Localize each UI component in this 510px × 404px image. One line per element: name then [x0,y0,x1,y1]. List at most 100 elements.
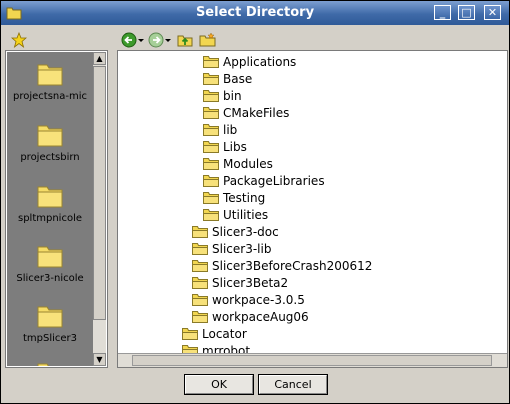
folder-icon [203,56,219,68]
place-item[interactable]: Slicer3-nicole [7,243,93,284]
folder-icon [192,311,208,323]
tree-row[interactable]: Slicer3-lib [192,241,271,258]
places-toolbar [5,29,105,51]
tree-row[interactable]: Slicer3BeforeCrash200612 [192,258,372,275]
tree-row-label: CMakeFiles [223,105,290,120]
place-label: projectsna-mic [12,91,87,102]
cancel-button-label: Cancel [274,378,312,391]
place-item[interactable]: projectsna-mic [7,61,93,102]
tree-row-label: Libs [223,139,247,154]
place-item[interactable]: tmpSlicer3 [7,303,93,344]
forward-arrow-icon[interactable] [148,31,164,49]
tree-row[interactable]: bin [203,88,242,105]
place-label: spltmpnicole [17,213,82,224]
tree-row-label: mrrobot [202,343,251,354]
tree-row-label: lib [223,122,238,137]
tree-row[interactable]: Libs [203,139,247,156]
folder-icon [192,243,208,255]
folder-icon [37,125,63,147]
folder-icon [203,209,219,221]
cancel-button[interactable]: Cancel [258,374,328,395]
places-list: projectsna-mic projectsbirn spltmpnicole [7,52,93,366]
folder-icon [37,246,63,268]
tree-row-label: Slicer3BeforeCrash200612 [212,258,373,273]
tree-row-label: Slicer3-lib [212,241,272,256]
tree-row-label: Locator [202,326,247,341]
folder-icon [203,90,219,102]
minimize-button[interactable]: _ [434,5,451,20]
title-bar[interactable]: Select Directory _ □ ✕ [1,1,509,25]
place-label: tmpSlicer3 [22,333,78,344]
close-button[interactable]: ✕ [484,5,501,20]
tree-row[interactable]: Utilities [203,207,268,224]
maximize-button[interactable]: □ [458,5,475,20]
tree-row[interactable]: lib [203,122,237,139]
folder-icon [203,124,219,136]
folder-icon [37,186,63,208]
place-label: projectsbirn [20,152,80,163]
folder-icon [192,277,208,289]
window-title: Select Directory [195,5,315,20]
tree-row[interactable]: Base [203,71,252,88]
horizontal-scroll-thumb[interactable] [132,355,492,366]
navigation-toolbar [117,29,509,51]
tree-row[interactable]: CMakeFiles [203,105,289,122]
folder-icon [203,192,219,204]
tree-row-label: bin [223,88,242,103]
tree-row-label: Slicer3Beta2 [212,275,289,290]
scroll-up-arrow-icon[interactable]: ▲ [93,52,106,65]
tree-row[interactable]: Locator [182,326,247,343]
directory-tree-panel: Applications Base bin CMakeFiles lib Libs Modu… [117,50,508,368]
tree-row-label: Applications [223,54,297,69]
folder-icon [182,328,198,340]
tree-horizontal-scrollbar[interactable] [118,353,507,367]
tree-row[interactable]: mrrobot [182,343,250,353]
place-item[interactable]: projectsbirn [7,122,93,163]
folder-icon [37,306,63,328]
back-arrow-icon[interactable] [121,31,137,49]
tree-row-label: Slicer3-doc [212,224,279,239]
folder-icon [192,260,208,272]
tree-row-label: Base [223,71,253,86]
tree-row[interactable]: PackageLibraries [203,173,325,190]
ok-button-label: OK [211,378,227,391]
tree-row[interactable]: Slicer3-doc [192,224,279,241]
new-folder-icon[interactable] [199,31,217,49]
folder-icon [203,73,219,85]
folder-icon [37,363,49,366]
place-item[interactable]: spltmpnicole [7,183,93,224]
tree-row-label: workpaceAug06 [212,309,309,324]
place-item-partial[interactable] [7,360,93,366]
folder-icon [203,107,219,119]
folder-icon [192,226,208,238]
ok-button[interactable]: OK [184,374,254,395]
forward-history-chevron-down-icon[interactable] [164,31,172,49]
folder-icon [203,141,219,153]
folder-icon [203,175,219,187]
tree-row-label: Modules [223,156,273,171]
folder-icon [37,64,63,86]
folder-icon [192,294,208,306]
tree-row[interactable]: workpaceAug06 [192,309,309,326]
place-label: Slicer3-nicole [16,273,84,284]
tree-row[interactable]: workpace-3.0.5 [192,292,305,309]
places-panel: projectsna-mic projectsbirn spltmpnicole [5,50,108,368]
scroll-thumb[interactable] [93,66,106,320]
add-favorite-star-icon[interactable] [11,31,27,49]
back-history-chevron-down-icon[interactable] [137,31,145,49]
places-vertical-scrollbar[interactable]: ▲ ▼ [93,52,106,366]
tree-row[interactable]: Slicer3Beta2 [192,275,288,292]
scroll-down-arrow-icon[interactable]: ▼ [93,353,106,366]
folder-icon [203,158,219,170]
select-directory-dialog: Select Directory _ □ ✕ projectsna-mic pr… [0,0,510,404]
tree-row[interactable]: Modules [203,156,273,173]
directory-tree: Applications Base bin CMakeFiles lib Libs Modu… [118,51,507,353]
tree-row-label: Utilities [223,207,269,222]
parent-folder-up-icon[interactable] [177,31,193,49]
tree-row-label: workpace-3.0.5 [212,292,305,307]
folder-icon [182,345,198,353]
tree-row-label: Testing [223,190,266,205]
tree-row[interactable]: Testing [203,190,265,207]
tree-row-label: PackageLibraries [223,173,325,188]
tree-row[interactable]: Applications [203,54,296,71]
